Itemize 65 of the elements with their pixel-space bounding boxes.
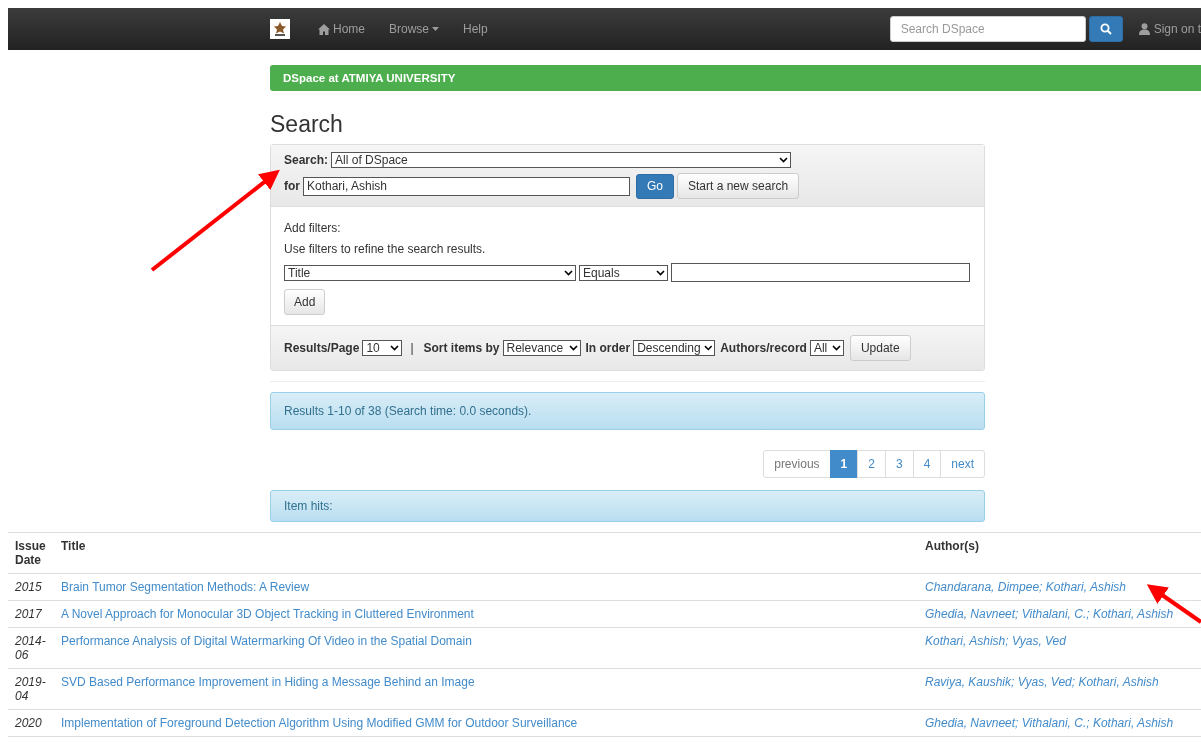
title-link[interactable]: Brain Tumor Segmentation Methods: A Review — [61, 580, 310, 594]
page-link[interactable]: 3 — [884, 450, 914, 478]
chevron-icon — [564, 269, 573, 276]
authors-link[interactable]: Ghedia, Navneet; Vithalani, C.; Kothari, Ashish — [925, 716, 1174, 730]
option-dropdown[interactable]: Relevance — [502, 340, 581, 356]
add-button[interactable]: Add — [284, 289, 326, 315]
date-cell: 2014-06 — [15, 634, 47, 662]
site-banner: DSpace at ATMIYA UNIVERSITY — [270, 65, 1201, 91]
nav-link[interactable]: Help — [451, 22, 500, 36]
results-info: Results 1-10 of 38 (Search time: 0.0 seconds). — [270, 392, 985, 430]
new-search-button[interactable]: Start a new search — [677, 173, 800, 199]
title-link[interactable]: Performance Analysis of Digital Watermarking Of Video in the Spatial Domain — [61, 634, 472, 648]
go-button[interactable]: Go — [636, 173, 674, 199]
column-header: Author(s) — [918, 532, 1201, 574]
chevron-icon — [703, 345, 713, 351]
chevron-icon — [779, 157, 789, 163]
logo-icon[interactable] — [270, 19, 290, 39]
authors-link[interactable]: Raviya, Kaushik; Vyas, Ved; Kothari, Ashish — [925, 675, 1159, 689]
option-label: Sort items by — [423, 341, 500, 355]
home-link[interactable]: Home — [306, 22, 377, 36]
home-icon — [318, 23, 330, 35]
browse-menu[interactable]: Browse — [377, 22, 452, 36]
operator-dropdown[interactable]: Equals — [579, 264, 668, 281]
date-cell: 2019-04 — [15, 675, 47, 703]
sign-on-link[interactable]: Sign on t — [1138, 22, 1201, 36]
filters-title: Add filters: — [284, 221, 342, 235]
page-heading: Search — [270, 111, 344, 138]
search-field[interactable]: Search DSpace — [889, 16, 1086, 42]
for-label: for — [284, 179, 300, 193]
query-field[interactable]: Kothari, Ashish — [303, 176, 630, 196]
filter-value-field[interactable] — [671, 263, 970, 282]
separator: | — [410, 341, 414, 355]
authors-link[interactable]: Ghedia, Navneet; Vithalani, C.; Kothari, Ashish — [925, 607, 1174, 621]
chevron-icon — [568, 345, 578, 351]
option-label: Results/Page — [284, 341, 360, 355]
scope-label: Search: — [284, 153, 329, 167]
option-dropdown[interactable]: 10 — [362, 340, 403, 356]
title-link[interactable]: SVD Based Performance Improvement in Hiding a Message Behind an Image — [61, 675, 475, 689]
option-label: Authors/record — [720, 341, 807, 355]
search-button[interactable] — [1088, 16, 1123, 42]
option-dropdown[interactable]: Descending — [633, 340, 716, 356]
scope-dropdown[interactable]: All of DSpace — [331, 152, 792, 168]
chevron-icon — [390, 345, 400, 351]
title-link[interactable]: Implementation of Foreground Detection Algorithm Using Modified GMM for Outdoor Surveillance — [61, 716, 578, 730]
column-header: Title — [54, 532, 918, 574]
authors-link[interactable]: Kothari, Ashish; Vyas, Ved — [925, 634, 1066, 648]
title-link[interactable]: A Novel Approach for Monocular 3D Object Tracking in Cluttered Environment — [61, 607, 474, 621]
authors-link[interactable]: Chandarana, Dimpee; Kothari, Ashish — [925, 580, 1126, 594]
user-icon — [1138, 23, 1150, 35]
chevron-icon — [831, 345, 841, 351]
column-header: Issue Date — [8, 532, 54, 574]
option-dropdown[interactable]: All — [809, 340, 844, 356]
chevron-icon — [656, 269, 665, 276]
date-cell-text: 2020 — [15, 716, 43, 730]
filter-field-dropdown[interactable]: Title — [284, 264, 576, 281]
date-cell-text: 2015 — [15, 580, 43, 594]
filters-hint: Use filters to refine the search results. — [284, 242, 487, 256]
page-link[interactable]: next — [940, 450, 985, 478]
search-icon — [1099, 23, 1112, 35]
option-label: In order — [585, 341, 631, 355]
item-hits-heading: Item hits: — [270, 490, 985, 522]
update-button[interactable]: Update — [849, 335, 911, 361]
date-cell-text: 2017 — [15, 607, 43, 621]
caret-icon — [432, 27, 440, 31]
page-link[interactable]: 2 — [857, 450, 886, 478]
